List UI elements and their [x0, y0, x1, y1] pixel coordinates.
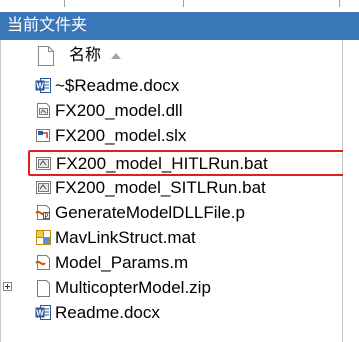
simulink-model-icon [35, 127, 52, 144]
mat-file-icon [35, 229, 52, 246]
word-doc-icon: W [35, 77, 52, 94]
file-name: MulticopterModel.zip [55, 278, 211, 297]
current-folder-title-bar[interactable]: 当前文件夹 [0, 12, 359, 40]
file-row[interactable]: W ~$Readme.docx [1, 73, 342, 98]
column-header-label: 名称 [69, 47, 102, 64]
file-row[interactable]: W Readme.docx [1, 300, 342, 325]
blank-document-icon [37, 45, 55, 67]
svg-text:P: P [44, 214, 48, 220]
panel-margin [343, 40, 359, 342]
file-name: FX200_model_HITLRun.bat [56, 154, 268, 173]
svg-text:W: W [36, 82, 44, 91]
m-script-icon [35, 254, 52, 271]
file-row[interactable]: P GenerateModelDLLFile.p [1, 200, 342, 225]
toolbar-divider [64, 0, 65, 7]
file-row[interactable]: MavLinkStruct.mat [1, 225, 342, 250]
bat-file-icon [35, 155, 52, 172]
file-row-highlighted[interactable]: FX200_model_HITLRun.bat [28, 150, 348, 176]
top-toolbar-strip [0, 0, 359, 12]
file-row[interactable]: FX200_model.dll [1, 98, 342, 123]
file-name: Readme.docx [55, 303, 160, 322]
sort-ascending-icon[interactable] [111, 53, 121, 59]
file-name: GenerateModelDLLFile.p [55, 203, 245, 222]
bat-file-icon [35, 179, 52, 196]
expand-toggle-icon[interactable] [3, 282, 12, 291]
column-header-name[interactable]: 名称 [1, 40, 342, 72]
current-folder-panel: 名称 W ~$Readme.docx FX200_model.dll FX200… [0, 40, 348, 342]
word-doc-icon: W [35, 304, 52, 321]
file-name: FX200_model_SITLRun.bat [55, 178, 266, 197]
file-row[interactable]: MulticopterModel.zip [1, 275, 342, 300]
file-name: MavLinkStruct.mat [55, 228, 196, 247]
file-row[interactable]: FX200_model.slx [1, 123, 342, 148]
file-row[interactable]: Model_Params.m [1, 250, 342, 275]
file-row[interactable]: FX200_model_SITLRun.bat [1, 175, 342, 200]
toolbar-divider [339, 0, 340, 7]
p-file-icon: P [35, 204, 52, 221]
file-name: FX200_model.slx [55, 126, 187, 145]
file-name: FX200_model.dll [55, 101, 183, 120]
svg-text:W: W [36, 309, 44, 318]
panel-title: 当前文件夹 [7, 17, 88, 34]
toolbar-divider [183, 0, 184, 7]
file-name: Model_Params.m [55, 253, 189, 272]
dll-file-icon [35, 102, 52, 119]
zip-file-icon [35, 279, 52, 297]
file-name: ~$Readme.docx [55, 76, 180, 95]
